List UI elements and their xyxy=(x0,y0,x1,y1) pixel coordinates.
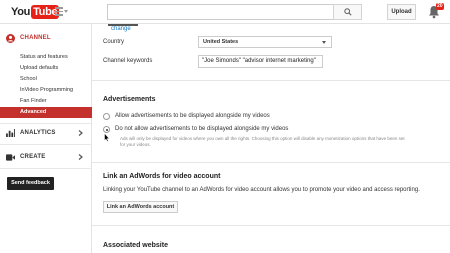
sidebar-section-channel[interactable]: CHANNEL xyxy=(0,31,92,45)
sidebar-item-school[interactable]: School xyxy=(0,74,92,85)
sidebar-item-upload-defaults[interactable]: Upload defaults xyxy=(0,63,92,74)
sidebar-section-create[interactable]: CREATE xyxy=(0,150,92,164)
divider xyxy=(92,162,450,163)
adwords-description: Linking your YouTube channel to an AdWor… xyxy=(103,187,420,193)
sidebar-item-status-and-features[interactable]: Status and features xyxy=(0,52,92,63)
link-adwords-button[interactable]: Link an AdWords account xyxy=(103,201,178,213)
change-thumbnail-link[interactable]: change xyxy=(111,26,131,32)
ads-allow-radio[interactable] xyxy=(103,113,110,120)
sidebar-item-advanced[interactable]: Advanced xyxy=(0,107,92,118)
sidebar-item-invideo-programming[interactable]: InVideo Programming xyxy=(0,85,92,96)
divider xyxy=(0,144,92,145)
ads-allow-label[interactable]: Allow advertisements to be displayed alo… xyxy=(115,113,270,119)
logo-you-text: You xyxy=(11,5,31,18)
sidebar-section-label: ANALYTICS xyxy=(20,130,56,136)
divider xyxy=(92,225,450,226)
ads-disallow-label[interactable]: Do not allow advertisements to be displa… xyxy=(115,126,288,132)
user-icon xyxy=(6,33,15,43)
sidebar-item-fan-finder[interactable]: Fan Finder xyxy=(0,96,92,107)
send-feedback-button[interactable]: Send feedback xyxy=(7,177,54,190)
advertisements-heading: Advertisements xyxy=(103,96,156,103)
divider xyxy=(0,168,92,169)
sidebar: CHANNEL Status and features Upload defau… xyxy=(0,24,92,253)
divider xyxy=(0,123,92,124)
upload-button[interactable]: Upload xyxy=(387,4,416,20)
analytics-icon xyxy=(6,129,15,137)
chevron-right-icon xyxy=(78,130,83,136)
chevron-down-icon xyxy=(322,41,326,44)
search-input[interactable] xyxy=(107,4,334,20)
chevron-right-icon xyxy=(78,154,83,160)
top-bar: You Tube Upload 20 xyxy=(0,0,450,24)
advanced-settings-panel: change Country United States Channel key… xyxy=(92,24,450,253)
country-select[interactable]: United States xyxy=(198,36,332,48)
notification-badge: 20 xyxy=(436,3,444,10)
channel-keywords-label: Channel keywords xyxy=(103,58,153,64)
channel-keywords-input[interactable]: "Joe Simonds" "advisor internet marketin… xyxy=(198,55,323,68)
divider xyxy=(92,80,450,81)
ads-disallow-radio[interactable] xyxy=(103,126,110,133)
country-select-value: United States xyxy=(203,39,239,45)
search-icon xyxy=(343,8,352,16)
ads-hint-text: Ads will only be displayed for videos wh… xyxy=(120,136,405,147)
sidebar-section-label: CHANNEL xyxy=(20,35,51,41)
associated-website-heading: Associated website xyxy=(103,242,168,249)
youtube-logo[interactable]: You Tube xyxy=(11,4,60,19)
country-label: Country xyxy=(103,39,125,45)
video-camera-icon xyxy=(6,153,15,161)
chevron-down-icon xyxy=(64,10,68,13)
sidebar-section-analytics[interactable]: ANALYTICS xyxy=(0,126,92,140)
mouse-cursor-icon xyxy=(104,133,110,142)
search-button[interactable] xyxy=(333,4,362,20)
adwords-heading: Link an AdWords for video account xyxy=(103,173,221,180)
sidebar-section-label: CREATE xyxy=(20,154,46,160)
